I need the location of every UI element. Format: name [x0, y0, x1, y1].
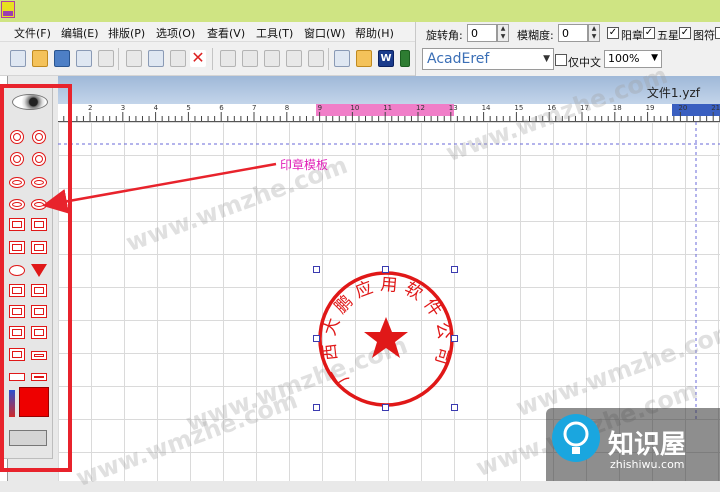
menu-window[interactable]: 窗口(W): [304, 25, 345, 41]
star-checkbox[interactable]: ✓: [643, 27, 655, 39]
menu-edit[interactable]: 编辑(E): [61, 25, 99, 41]
copy-icon[interactable]: [148, 50, 164, 67]
image-icon[interactable]: [334, 50, 350, 67]
blur-spinner[interactable]: ▲ ▼: [588, 24, 600, 42]
resize-handle-sw[interactable]: [313, 404, 320, 411]
cut-icon[interactable]: [126, 50, 142, 67]
company-seal[interactable]: 广西大鹏应用软件公司: [313, 266, 458, 414]
logo-name: 知识屋: [608, 430, 687, 460]
align-bottom-icon[interactable]: [308, 50, 324, 67]
template-panel-highlight: [0, 84, 72, 472]
site-logo: 知识屋 zhishiwu.com: [546, 408, 720, 481]
resize-handle-w[interactable]: [313, 335, 320, 342]
resize-handle-nw[interactable]: [313, 266, 320, 273]
yang-label: 阳章: [621, 29, 643, 42]
yang-checkbox[interactable]: ✓: [607, 27, 619, 39]
ruler-label: 6: [219, 104, 224, 112]
rotate-input[interactable]: 0: [467, 24, 497, 42]
menu-file[interactable]: 文件(F): [14, 25, 51, 41]
export-icon[interactable]: [400, 50, 410, 67]
question-bulb-icon: [552, 414, 600, 462]
horizontal-ruler: 2 3 4 5 6 7 8 9 10 11 12 13 14 15 16 17 18 19 20 21: [58, 104, 720, 122]
paste-icon[interactable]: [170, 50, 186, 67]
ruler-label: 10: [350, 104, 360, 112]
menu-bar: 文件(F) 编辑(E) 排版(P) 选项(O) 查看(V) 工具(T) 窗口(W…: [0, 22, 415, 42]
align-center-icon[interactable]: [242, 50, 258, 67]
font-select-value: AcadEref: [427, 51, 490, 67]
print-preview-icon[interactable]: [76, 50, 92, 67]
pattern-label: 图符: [693, 29, 715, 42]
align-right-icon[interactable]: [264, 50, 280, 67]
resize-handle-e[interactable]: [451, 335, 458, 342]
title-bar: [0, 0, 720, 22]
menu-options[interactable]: 选项(O): [156, 25, 195, 41]
main-toolbar: ✕ W: [0, 42, 415, 76]
menu-layout[interactable]: 排版(P): [108, 25, 145, 41]
ruler-label: 7: [252, 104, 257, 112]
toolbar-divider: [118, 48, 119, 70]
new-file-icon[interactable]: [10, 50, 26, 67]
pattern-checkbox[interactable]: ✓: [679, 27, 691, 39]
rotate-label: 旋转角:: [426, 29, 463, 42]
align-top-icon[interactable]: [286, 50, 302, 67]
ruler-label: 3: [120, 104, 126, 112]
ruler-label: 13: [448, 104, 458, 112]
print-icon[interactable]: [98, 50, 114, 67]
delete-icon[interactable]: ✕: [190, 50, 206, 67]
menu-help[interactable]: 帮助(H): [355, 25, 394, 41]
font-select[interactable]: AcadEref ▼: [422, 48, 554, 70]
resize-handle-s[interactable]: [382, 404, 389, 411]
seal-properties-panel: 旋转角: 0 ▲ ▼ 模糊度: 0 ▲ ▼ ✓ 阳章 ✓ 五星 ✓ 图符 AcadE…: [415, 22, 720, 76]
stamp-icon[interactable]: [356, 50, 372, 67]
seal-graphic: 广西大鹏应用软件公司: [318, 271, 454, 407]
word-export-icon[interactable]: W: [378, 50, 394, 67]
extra-checkbox[interactable]: [715, 27, 720, 39]
ruler-label: 8: [284, 104, 290, 112]
menu-tools[interactable]: 工具(T): [256, 25, 293, 41]
chevron-down-icon: ▼: [543, 54, 550, 64]
toolbar-divider: [328, 48, 329, 70]
ruler-label: 20: [678, 104, 688, 112]
blur-input[interactable]: 0: [558, 24, 588, 42]
ruler-label: 11: [383, 104, 393, 112]
blur-label: 模糊度:: [517, 29, 554, 42]
ruler-label: 21: [711, 104, 720, 112]
menu-view[interactable]: 查看(V): [207, 25, 245, 41]
ruler-label: 19: [645, 104, 655, 112]
rotate-spinner[interactable]: ▲ ▼: [497, 24, 509, 42]
open-folder-icon[interactable]: [32, 50, 48, 67]
only-chinese-label: 仅中文: [568, 56, 601, 69]
annotation-label: 印章模板: [280, 158, 329, 172]
ruler-label: 12: [416, 104, 425, 112]
toolbar-divider: [212, 48, 213, 70]
save-icon[interactable]: [54, 50, 70, 67]
align-left-icon[interactable]: [220, 50, 236, 67]
logo-url: zhishiwu.com: [610, 458, 685, 471]
zoom-value: 100%: [608, 52, 640, 65]
star-label: 五星: [657, 29, 679, 42]
resize-handle-se[interactable]: [451, 404, 458, 411]
resize-handle-n[interactable]: [382, 266, 389, 273]
ruler-label: 9: [317, 104, 323, 112]
app-icon: [1, 1, 15, 18]
ruler-label: 5: [186, 104, 191, 112]
resize-handle-ne[interactable]: [451, 266, 458, 273]
only-chinese-checkbox[interactable]: [555, 54, 567, 66]
ruler-label: 14: [481, 104, 491, 112]
ruler-label: 2: [88, 104, 93, 112]
ruler-label: 4: [153, 104, 159, 112]
